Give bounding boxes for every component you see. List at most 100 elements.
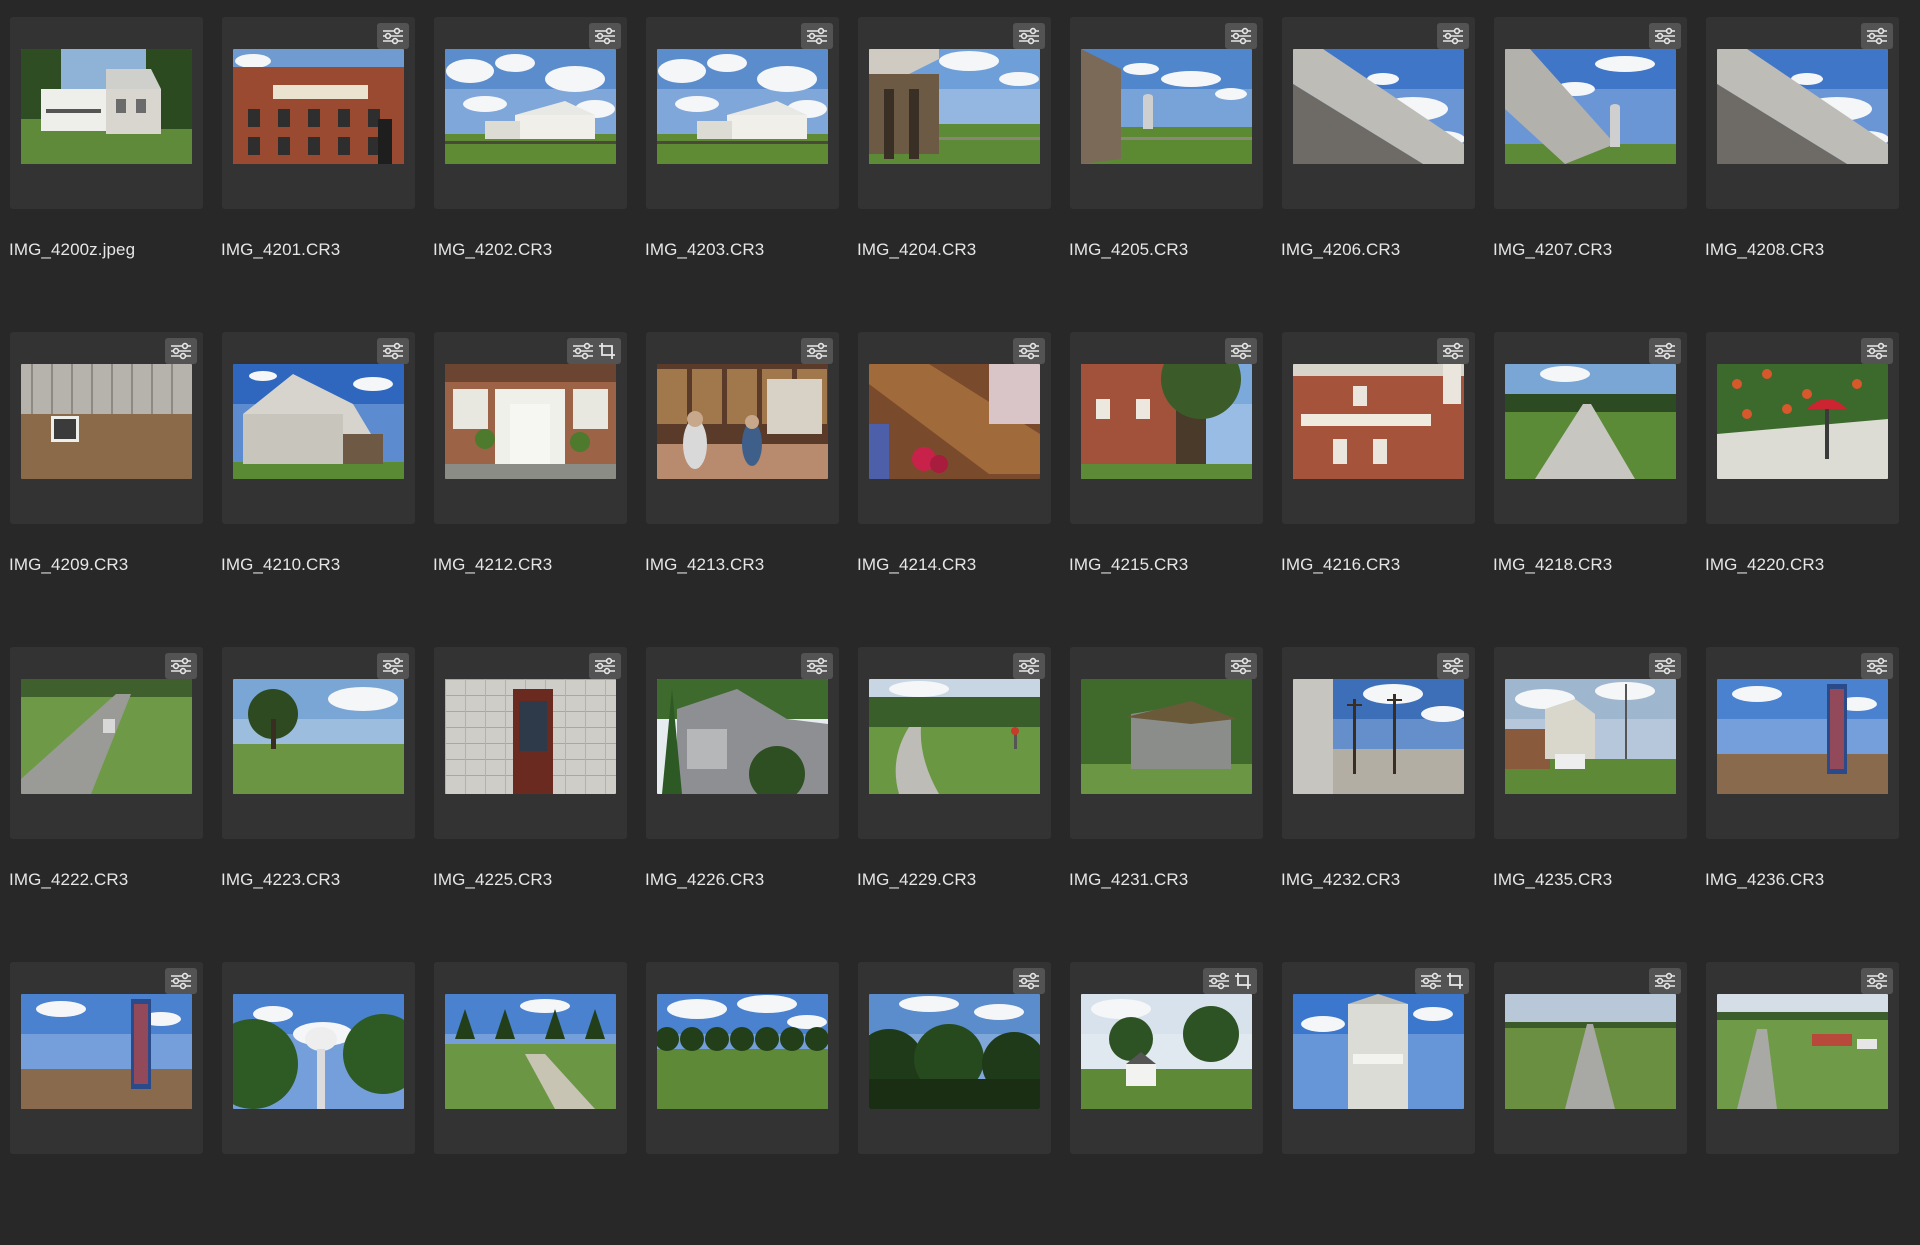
- photo-cell[interactable]: IMG_4229.CR3: [848, 630, 1060, 930]
- photo-card[interactable]: [1282, 332, 1475, 524]
- photo-thumbnail[interactable]: [869, 49, 1040, 164]
- photo-thumbnail[interactable]: [233, 994, 404, 1109]
- photo-cell[interactable]: IMG_4236.CR3: [1696, 630, 1908, 930]
- photo-card[interactable]: [858, 647, 1051, 839]
- photo-card[interactable]: [1070, 17, 1263, 209]
- photo-thumbnail[interactable]: [1293, 364, 1464, 479]
- photo-cell[interactable]: [1272, 945, 1484, 1245]
- photo-thumbnail[interactable]: [233, 49, 404, 164]
- photo-cell[interactable]: IMG_4205.CR3: [1060, 0, 1272, 300]
- photo-card[interactable]: [1070, 962, 1263, 1154]
- photo-card[interactable]: [1282, 17, 1475, 209]
- photo-card[interactable]: [222, 332, 415, 524]
- photo-card[interactable]: [646, 962, 839, 1154]
- photo-thumbnail[interactable]: [869, 364, 1040, 479]
- photo-card[interactable]: [1706, 332, 1899, 524]
- photo-card[interactable]: [1494, 332, 1687, 524]
- photo-thumbnail[interactable]: [233, 364, 404, 479]
- photo-cell[interactable]: IMG_4208.CR3: [1696, 0, 1908, 300]
- photo-thumbnail[interactable]: [21, 679, 192, 794]
- photo-thumbnail[interactable]: [1081, 679, 1252, 794]
- photo-thumbnail[interactable]: [1505, 364, 1676, 479]
- photo-card[interactable]: [434, 962, 627, 1154]
- photo-thumbnail[interactable]: [1293, 679, 1464, 794]
- photo-thumbnail[interactable]: [869, 679, 1040, 794]
- photo-cell[interactable]: IMG_4223.CR3: [212, 630, 424, 930]
- photo-cell[interactable]: IMG_4202.CR3: [424, 0, 636, 300]
- photo-thumbnail[interactable]: [1505, 679, 1676, 794]
- photo-card[interactable]: [1070, 647, 1263, 839]
- photo-card[interactable]: [434, 17, 627, 209]
- photo-thumbnail[interactable]: [1081, 994, 1252, 1109]
- photo-cell[interactable]: [1696, 945, 1908, 1245]
- photo-cell[interactable]: IMG_4201.CR3: [212, 0, 424, 300]
- photo-cell[interactable]: IMG_4207.CR3: [1484, 0, 1696, 300]
- photo-cell[interactable]: [848, 945, 1060, 1245]
- photo-thumbnail[interactable]: [1505, 49, 1676, 164]
- photo-card[interactable]: [10, 332, 203, 524]
- photo-card[interactable]: [1494, 647, 1687, 839]
- photo-thumbnail[interactable]: [1293, 49, 1464, 164]
- photo-thumbnail[interactable]: [445, 994, 616, 1109]
- photo-cell[interactable]: [424, 945, 636, 1245]
- photo-cell[interactable]: IMG_4218.CR3: [1484, 315, 1696, 615]
- photo-card[interactable]: [1706, 647, 1899, 839]
- photo-cell[interactable]: [1484, 945, 1696, 1245]
- photo-cell[interactable]: IMG_4226.CR3: [636, 630, 848, 930]
- photo-card[interactable]: [1282, 647, 1475, 839]
- photo-thumbnail[interactable]: [1717, 994, 1888, 1109]
- photo-thumbnail[interactable]: [21, 49, 192, 164]
- photo-thumbnail[interactable]: [445, 364, 616, 479]
- photo-thumbnail[interactable]: [1081, 364, 1252, 479]
- photo-cell[interactable]: [636, 945, 848, 1245]
- photo-card[interactable]: [858, 962, 1051, 1154]
- photo-card[interactable]: [222, 17, 415, 209]
- photo-cell[interactable]: IMG_4200z.jpeg: [0, 0, 212, 300]
- photo-thumbnail[interactable]: [657, 994, 828, 1109]
- photo-card[interactable]: [646, 17, 839, 209]
- photo-cell[interactable]: IMG_4220.CR3: [1696, 315, 1908, 615]
- photo-cell[interactable]: IMG_4232.CR3: [1272, 630, 1484, 930]
- photo-cell[interactable]: IMG_4222.CR3: [0, 630, 212, 930]
- photo-card[interactable]: [10, 962, 203, 1154]
- photo-cell[interactable]: IMG_4204.CR3: [848, 0, 1060, 300]
- photo-thumbnail[interactable]: [1505, 994, 1676, 1109]
- photo-cell[interactable]: IMG_4213.CR3: [636, 315, 848, 615]
- photo-card[interactable]: [646, 647, 839, 839]
- photo-cell[interactable]: IMG_4231.CR3: [1060, 630, 1272, 930]
- photo-cell[interactable]: IMG_4209.CR3: [0, 315, 212, 615]
- photo-thumbnail[interactable]: [657, 679, 828, 794]
- photo-card[interactable]: [222, 647, 415, 839]
- photo-card[interactable]: [10, 647, 203, 839]
- photo-thumbnail[interactable]: [445, 49, 616, 164]
- photo-thumbnail[interactable]: [233, 679, 404, 794]
- photo-card[interactable]: [1706, 962, 1899, 1154]
- photo-thumbnail[interactable]: [1717, 49, 1888, 164]
- photo-cell[interactable]: IMG_4214.CR3: [848, 315, 1060, 615]
- photo-thumbnail[interactable]: [1081, 49, 1252, 164]
- photo-thumbnail[interactable]: [445, 679, 616, 794]
- photo-cell[interactable]: IMG_4210.CR3: [212, 315, 424, 615]
- photo-thumbnail[interactable]: [657, 364, 828, 479]
- photo-card[interactable]: [1282, 962, 1475, 1154]
- photo-thumbnail[interactable]: [1717, 679, 1888, 794]
- photo-card[interactable]: [434, 647, 627, 839]
- photo-cell[interactable]: IMG_4212.CR3: [424, 315, 636, 615]
- photo-card[interactable]: [1070, 332, 1263, 524]
- photo-card[interactable]: [222, 962, 415, 1154]
- photo-thumbnail[interactable]: [21, 364, 192, 479]
- photo-thumbnail[interactable]: [869, 994, 1040, 1109]
- photo-card[interactable]: [434, 332, 627, 524]
- photo-cell[interactable]: IMG_4235.CR3: [1484, 630, 1696, 930]
- photo-thumbnail[interactable]: [21, 994, 192, 1109]
- photo-card[interactable]: [10, 17, 203, 209]
- photo-thumbnail[interactable]: [1717, 364, 1888, 479]
- photo-card[interactable]: [1706, 17, 1899, 209]
- photo-cell[interactable]: IMG_4215.CR3: [1060, 315, 1272, 615]
- photo-cell[interactable]: IMG_4225.CR3: [424, 630, 636, 930]
- photo-card[interactable]: [858, 17, 1051, 209]
- photo-card[interactable]: [1494, 17, 1687, 209]
- photo-cell[interactable]: IMG_4216.CR3: [1272, 315, 1484, 615]
- photo-cell[interactable]: IMG_4203.CR3: [636, 0, 848, 300]
- photo-thumbnail[interactable]: [1293, 994, 1464, 1109]
